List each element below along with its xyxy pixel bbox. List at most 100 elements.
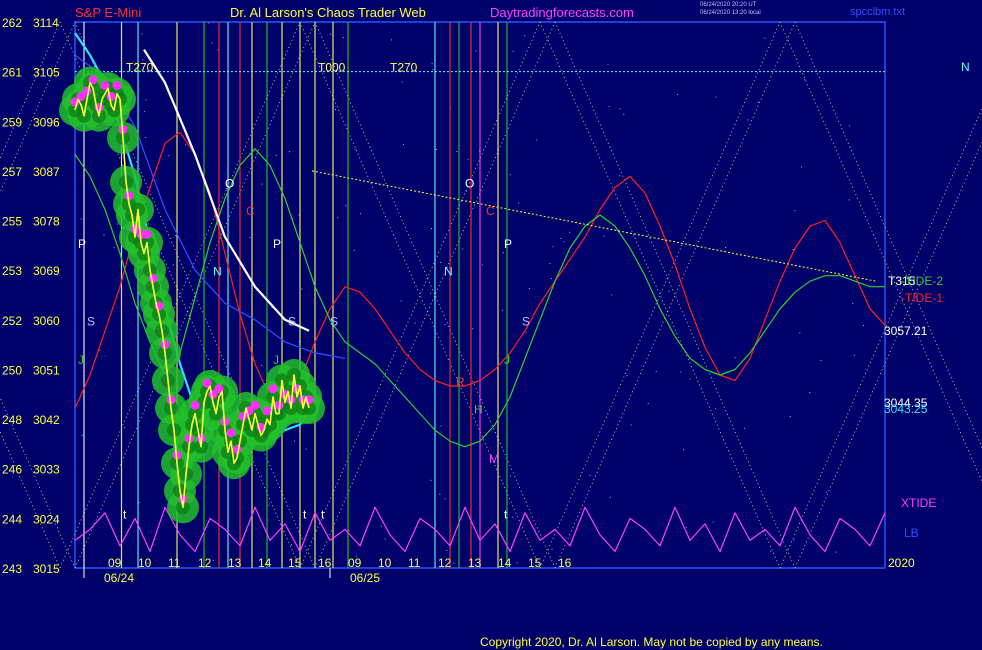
star — [794, 210, 796, 212]
star — [668, 290, 670, 292]
star — [609, 496, 611, 498]
star — [211, 42, 213, 44]
x-tick-label: 15 — [288, 556, 302, 570]
star — [116, 223, 118, 225]
price-dot — [148, 273, 158, 283]
star — [440, 425, 442, 427]
star — [589, 474, 591, 476]
y-tick-right: 3051 — [33, 363, 60, 377]
star — [384, 538, 386, 540]
lattice-line — [794, 21, 982, 449]
star — [172, 264, 174, 266]
star — [747, 119, 749, 121]
star — [809, 392, 811, 394]
value-tide1: 3057.21 — [884, 324, 928, 338]
star — [793, 539, 795, 541]
marker-label: T000 — [318, 61, 346, 75]
star — [852, 302, 854, 304]
star — [758, 101, 759, 103]
marker-label: N — [444, 265, 453, 279]
file-name: spcclbm.txt — [850, 6, 905, 18]
price-band — [59, 66, 325, 524]
star — [611, 294, 613, 296]
y-tick-left: 257 — [2, 165, 22, 179]
star — [792, 249, 794, 250]
star — [431, 63, 433, 65]
star — [676, 94, 678, 95]
star — [509, 174, 511, 176]
lattice-line — [779, 107, 982, 569]
marker-label: t — [123, 507, 127, 521]
marker-label: S — [87, 314, 95, 328]
star — [354, 148, 356, 150]
star — [630, 424, 632, 426]
x-tick-label: 16 — [558, 556, 572, 570]
marker-label: J — [504, 353, 510, 367]
star — [536, 139, 538, 141]
marker-label: O — [465, 176, 474, 190]
x-tick-label: 10 — [378, 556, 392, 570]
star — [400, 300, 402, 302]
x-tick-label: 12 — [198, 556, 212, 570]
marker-label: P — [273, 237, 281, 251]
star — [345, 205, 347, 207]
y-tick-right: 3024 — [33, 512, 60, 526]
star — [440, 261, 442, 263]
marker-label: S — [522, 314, 530, 328]
price-dot — [82, 86, 92, 96]
x-tick-label: 14 — [258, 556, 272, 570]
site-name: Daytradingforecasts.com — [490, 5, 634, 20]
marker-label: t — [321, 507, 325, 521]
star — [502, 309, 504, 311]
star — [680, 371, 682, 373]
star — [145, 99, 147, 101]
marker-label: S — [288, 314, 296, 328]
y-tick-right: 3105 — [33, 66, 60, 80]
y-tick-right: 3114 — [33, 16, 59, 30]
marker-label: T270 — [126, 61, 154, 75]
star — [528, 288, 530, 289]
star — [213, 560, 214, 562]
marker-label: H — [474, 403, 483, 417]
star — [516, 562, 518, 564]
star — [804, 79, 806, 81]
y-tick-right: 3078 — [33, 215, 60, 229]
star — [715, 96, 717, 98]
y-tick-right: 3060 — [33, 314, 60, 328]
star — [789, 416, 791, 418]
star — [381, 525, 382, 527]
star — [401, 81, 403, 83]
star — [81, 434, 83, 436]
star — [301, 288, 303, 290]
trend-line — [311, 170, 877, 282]
star — [141, 33, 143, 35]
price-dot — [268, 384, 278, 394]
star — [291, 544, 292, 546]
star — [626, 375, 628, 377]
star — [481, 264, 483, 266]
chaos-chart: 262 3114 261 3105 259 3096 257 3087 255 3078 253 30… — [0, 2, 982, 649]
value-cyan: 3043.25 — [884, 402, 928, 416]
star — [294, 440, 295, 442]
star — [249, 236, 251, 238]
marker-label: J — [78, 353, 84, 367]
star — [725, 247, 727, 248]
chart-window: 262 3114 261 3105 259 3096 257 3087 255 3078 253 30… — [0, 0, 982, 650]
x-tick-label: 14 — [498, 556, 512, 570]
star — [80, 218, 82, 220]
star — [439, 493, 441, 495]
star — [825, 491, 827, 493]
star — [335, 109, 336, 110]
star — [862, 325, 864, 326]
y-tick-right: 3015 — [33, 562, 60, 576]
x-tick-label: 09 — [348, 556, 362, 570]
marker-label: t — [303, 507, 307, 521]
y-tick-right: 3087 — [33, 165, 60, 179]
star — [744, 427, 746, 429]
y-tick-left: 261 — [2, 66, 22, 80]
marker-label: J — [273, 353, 279, 367]
instrument-name: S&P E-Mini — [75, 5, 141, 20]
star — [430, 292, 431, 294]
star — [607, 63, 609, 65]
star — [608, 106, 610, 108]
